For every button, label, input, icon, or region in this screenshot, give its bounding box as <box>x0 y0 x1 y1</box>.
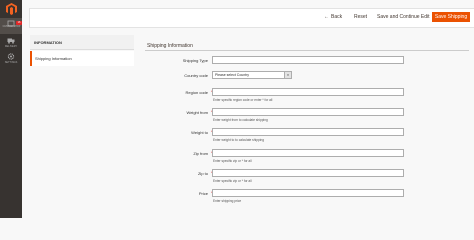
field-note: Enter specific zip or * for all <box>213 179 252 183</box>
field-note: Enter weight to to calculate shipping <box>213 138 265 142</box>
country-code-value: Please select Country <box>215 73 250 77</box>
field-price: Price * Enter shipping price <box>140 189 470 203</box>
save-shipping-button[interactable]: Save Shipping <box>432 12 470 22</box>
price-input[interactable] <box>212 189 404 197</box>
field-label: Region code <box>185 90 208 95</box>
weight-from-input[interactable] <box>212 108 404 116</box>
section-divider <box>145 50 469 51</box>
save-and-continue-button[interactable]: Save and Continue Edit <box>377 14 430 20</box>
section-title: Shipping Information <box>147 43 193 49</box>
field-note: Enter specific region code or enter * fo… <box>213 98 273 102</box>
truck-icon <box>7 38 15 44</box>
back-label: Back <box>331 14 343 20</box>
menu-item-settings[interactable]: SETTINGS <box>0 51 22 67</box>
menu-item-label: SETTINGS <box>4 61 18 64</box>
field-zip-to: Zip to * Enter specific zip or * for all <box>140 169 470 183</box>
field-label: Weight from <box>186 110 209 115</box>
shipping-type-input[interactable] <box>212 56 404 64</box>
field-zip-from: Zip from * Enter specific zip or * for a… <box>140 149 470 163</box>
field-note: Enter specific zip or * for all <box>213 159 252 163</box>
field-label: Zip to <box>197 171 208 176</box>
zip-from-input[interactable] <box>212 149 404 157</box>
chevron-down-icon: ▾ <box>284 72 291 78</box>
shop-label: CUSTOM SHOP <box>2 25 21 28</box>
tabs-header: INFORMATION <box>30 35 134 50</box>
field-country-code: Country code Please select Country ▾ <box>140 71 470 81</box>
field-weight-from: Weight from * Enter weight from to calcu… <box>140 108 470 122</box>
weight-to-input[interactable] <box>212 128 404 136</box>
field-note: Enter weight from to calculate shipping <box>213 118 268 122</box>
region-code-input[interactable] <box>212 88 404 96</box>
arrow-left-icon: ← <box>324 14 329 20</box>
field-region-code: Region code * Enter specific region code… <box>140 88 470 102</box>
menu-item-delivery[interactable]: DELIVERY <box>0 35 22 51</box>
back-button[interactable]: ← Back <box>324 14 342 20</box>
field-shipping-type: Shipping Type <box>140 56 470 66</box>
reset-button[interactable]: Reset <box>354 14 367 20</box>
admin-menu: 16 CUSTOM SHOP DELIVERY SETTINGS <box>0 0 22 218</box>
menu-item-label: DELIVERY <box>4 45 18 48</box>
field-label: Weight to <box>191 130 208 135</box>
field-label: Country code <box>184 73 208 78</box>
tab-shipping-information[interactable]: Shipping Information <box>30 51 134 66</box>
magento-logo-icon[interactable] <box>6 3 17 15</box>
field-label: Price <box>198 191 208 196</box>
field-weight-to: Weight to * Enter weight to to calculate… <box>140 128 470 142</box>
field-label: Shipping Type <box>182 58 208 63</box>
field-note: Enter shipping price <box>213 199 242 203</box>
field-label: Zip from <box>193 151 208 156</box>
zip-to-input[interactable] <box>212 169 404 177</box>
gear-icon <box>7 53 15 60</box>
country-code-select[interactable]: Please select Country ▾ <box>212 71 292 79</box>
